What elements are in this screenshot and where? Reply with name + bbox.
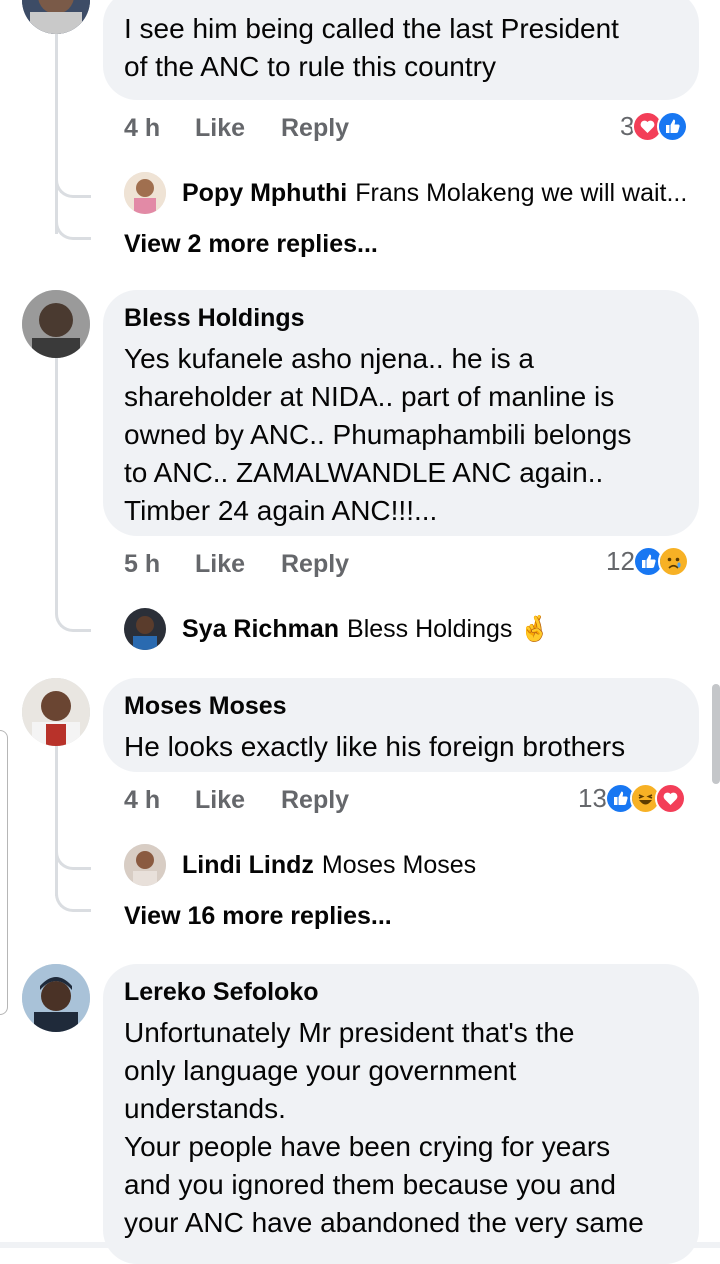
scrollbar[interactable] bbox=[712, 684, 720, 784]
like-reaction-icon bbox=[657, 110, 689, 142]
comment-author[interactable]: Lereko Sefoloko bbox=[124, 978, 677, 1006]
like-button[interactable]: Like bbox=[195, 550, 245, 579]
reply-text: Frans Molakeng we will wait... bbox=[355, 178, 688, 207]
reply-button[interactable]: Reply bbox=[281, 786, 349, 815]
comment-bubble-4[interactable]: Lereko Sefoloko Unfortunately Mr preside… bbox=[103, 964, 699, 1264]
reaction-summary-2[interactable]: 12 bbox=[606, 545, 689, 577]
reply-author[interactable]: Popy Mphuthi bbox=[182, 179, 347, 208]
reaction-count: 12 bbox=[606, 545, 635, 576]
reply-preview-1[interactable]: Popy Mphuthi Frans Molakeng we will wait… bbox=[124, 172, 687, 214]
reply-button[interactable]: Reply bbox=[281, 550, 349, 579]
view-more-replies-3[interactable]: View 16 more replies... bbox=[124, 902, 392, 931]
avatar-comment-1[interactable] bbox=[22, 0, 90, 34]
avatar-moses-moses[interactable] bbox=[22, 678, 90, 746]
sad-reaction-icon bbox=[657, 545, 689, 577]
comment-author[interactable]: Bless Holdings bbox=[124, 304, 677, 332]
reply-preview-3[interactable]: Lindi Lindz Moses Moses bbox=[124, 844, 476, 886]
comment-text: Unfortunately Mr president that's the on… bbox=[124, 1017, 644, 1238]
avatar-lereko-sefoloko[interactable] bbox=[22, 964, 90, 1032]
comment-time: 5 h bbox=[124, 550, 161, 578]
reaction-count: 13 bbox=[578, 782, 607, 813]
comment-time: 4 h bbox=[124, 786, 161, 814]
comment-bubble-3[interactable]: Moses Moses He looks exactly like his fo… bbox=[103, 678, 699, 772]
comment-time: 4 h bbox=[124, 114, 161, 142]
comment-bubble-1[interactable]: I see him being called the last Presiden… bbox=[103, 0, 699, 100]
reply-text: Bless Holdings 🤞 bbox=[347, 614, 551, 643]
avatar-lindi-lindz[interactable] bbox=[124, 844, 166, 886]
avatar-popy-mphuthi[interactable] bbox=[124, 172, 166, 214]
comment-text: He looks exactly like his foreign brothe… bbox=[124, 731, 626, 762]
like-button[interactable]: Like bbox=[195, 786, 245, 815]
reply-author[interactable]: Lindi Lindz bbox=[182, 851, 314, 880]
view-more-replies-1[interactable]: View 2 more replies... bbox=[124, 230, 378, 259]
reply-author[interactable]: Sya Richman bbox=[182, 615, 339, 644]
reply-button[interactable]: Reply bbox=[281, 114, 349, 143]
love-reaction-icon bbox=[654, 782, 686, 814]
avatar-sya-richman[interactable] bbox=[124, 608, 166, 650]
comment-text: I see him being called the last Presiden… bbox=[124, 13, 619, 82]
comment-author[interactable]: Moses Moses bbox=[124, 692, 677, 720]
reaction-summary-3[interactable]: 13 bbox=[578, 782, 686, 814]
edge-panel-handle[interactable] bbox=[0, 730, 8, 1015]
like-button[interactable]: Like bbox=[195, 114, 245, 143]
reply-preview-2[interactable]: Sya Richman Bless Holdings 🤞 bbox=[124, 608, 550, 650]
avatar-bless-holdings[interactable] bbox=[22, 290, 90, 358]
reply-text: Moses Moses bbox=[321, 850, 477, 879]
bottom-edge bbox=[0, 1242, 720, 1248]
reaction-summary-1[interactable]: 3 bbox=[620, 110, 689, 142]
comment-bubble-2[interactable]: Bless Holdings Yes kufanele asho njena..… bbox=[103, 290, 699, 536]
comment-text: Yes kufanele asho njena.. he is a shareh… bbox=[124, 343, 632, 526]
